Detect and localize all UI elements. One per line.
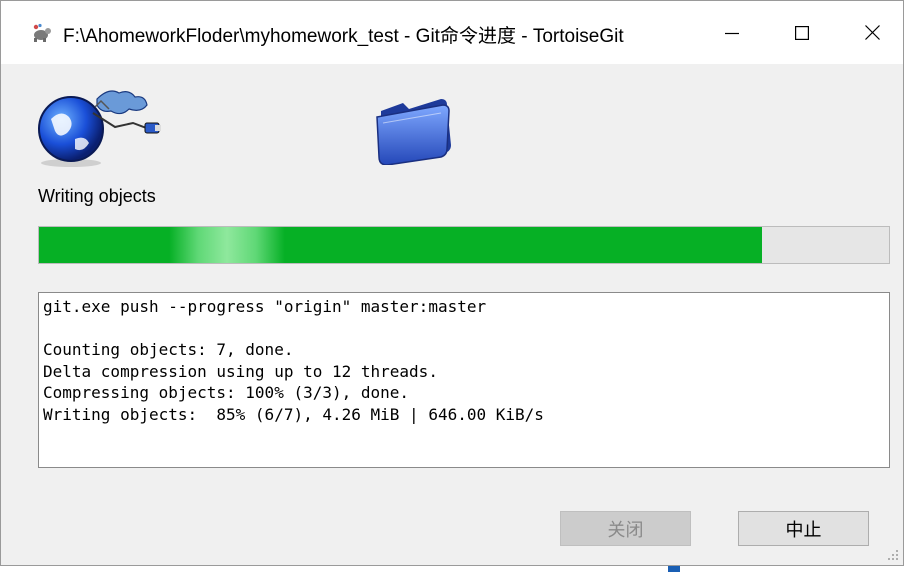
- log-line: Counting objects: 7, done.: [43, 340, 294, 359]
- status-label: Writing objects: [38, 186, 156, 206]
- log-line: Compressing objects: 100% (3/3), done.: [43, 383, 410, 402]
- close-button[interactable]: 关闭: [560, 511, 691, 546]
- close-window-button[interactable]: [837, 1, 907, 64]
- log-line: git.exe push --progress "origin" master:…: [43, 297, 487, 316]
- resize-grip-icon[interactable]: [887, 549, 899, 561]
- output-log[interactable]: git.exe push --progress "origin" master:…: [38, 292, 890, 468]
- close-icon: [864, 25, 880, 40]
- log-line: Writing objects: 85% (6/7), 4.26 MiB | 6…: [43, 404, 544, 424]
- window-title: F:\AhomeworkFloder\myhomework_test - Git…: [63, 26, 624, 47]
- minimize-icon: [725, 32, 739, 34]
- tortoisegit-icon: [33, 23, 51, 42]
- progress-dialog: F:\AhomeworkFloder\myhomework_test - Git…: [0, 0, 904, 566]
- maximize-icon: [795, 25, 809, 40]
- background-window-edge: [668, 566, 680, 572]
- title-bar[interactable]: F:\AhomeworkFloder\myhomework_test - Git…: [1, 1, 903, 64]
- maximize-button[interactable]: [767, 1, 837, 64]
- log-line: Delta compression using up to 12 threads…: [43, 361, 438, 381]
- minimize-button[interactable]: [697, 1, 767, 64]
- progress-bar: [38, 226, 890, 264]
- progress-fill: [39, 227, 762, 263]
- abort-button[interactable]: 中止: [738, 511, 869, 546]
- folder-icon: [376, 99, 451, 165]
- globe-network-icon: [38, 90, 161, 167]
